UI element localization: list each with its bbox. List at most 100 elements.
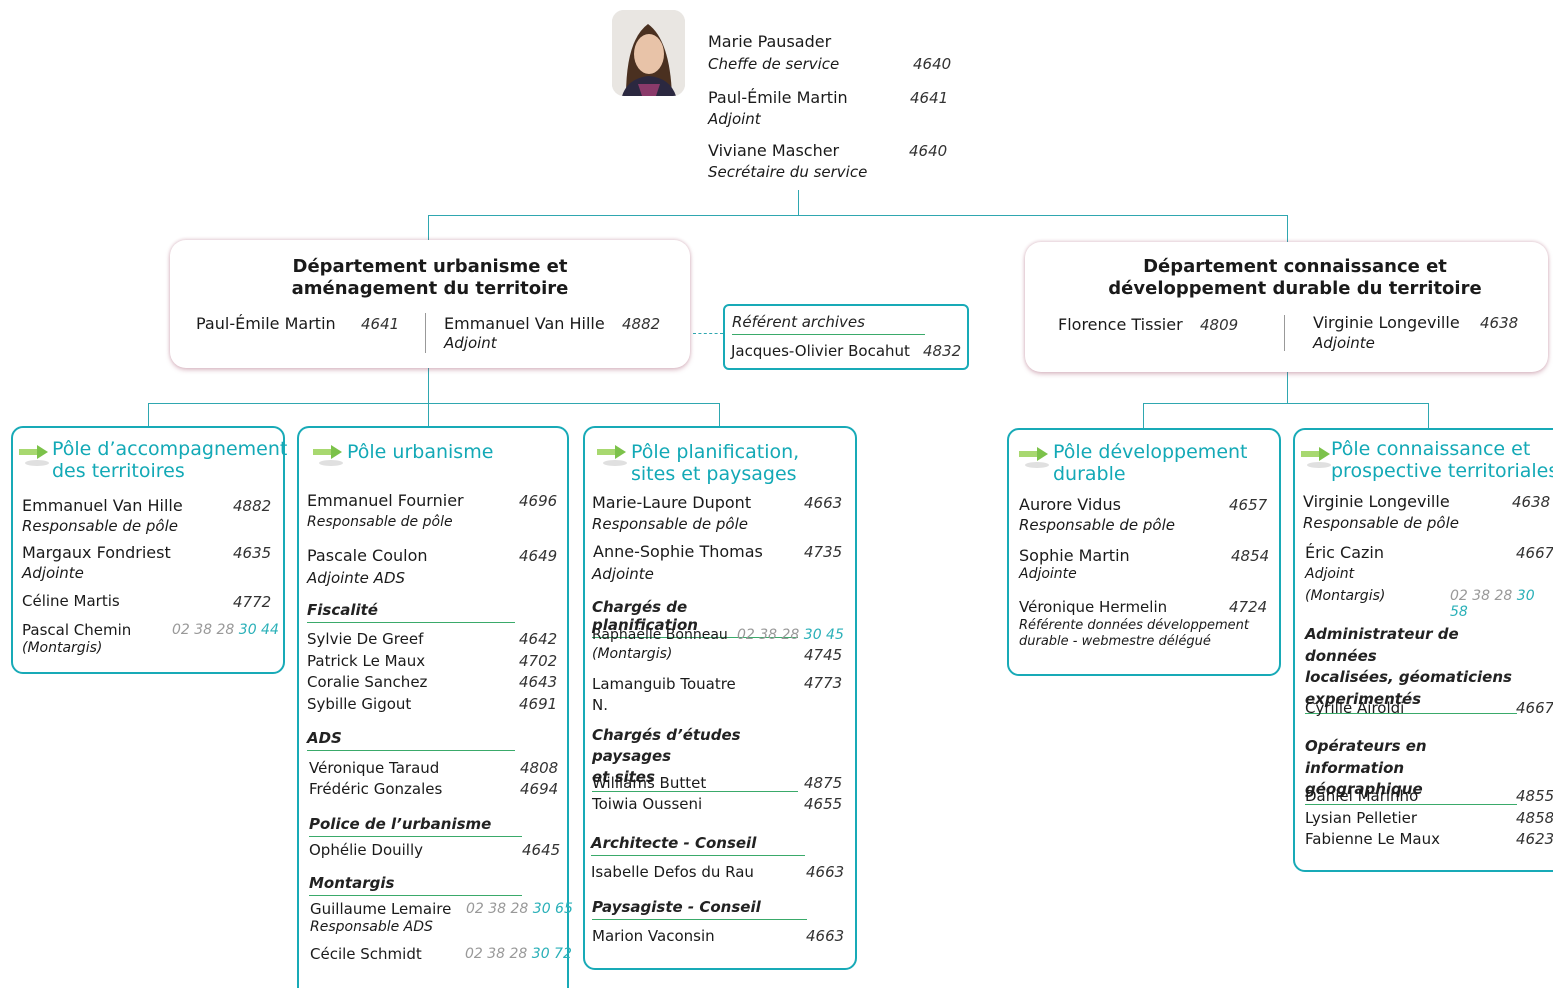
dept-deputy-number: 4882: [622, 315, 661, 333]
person-name: Coralie Sanchez: [307, 673, 428, 691]
connector-line: [148, 403, 149, 427]
section-heading-line1: Chargés d’études paysages: [592, 726, 741, 765]
divider: [425, 313, 426, 353]
pole-title-line2: durable: [1053, 463, 1126, 485]
dept-head-name: Paul-Émile Martin: [196, 314, 336, 333]
arrow-icon: [1301, 447, 1331, 468]
phone-extension: 30 44: [238, 622, 279, 638]
section-heading-line1: Opérateurs en information: [1305, 737, 1427, 777]
connector-line: [719, 403, 720, 427]
phone-extension: 30 65: [532, 901, 573, 917]
arrow-icon: [1019, 447, 1049, 468]
person-name: Véronique Hermelin: [1019, 598, 1168, 616]
person-role-line1: Référente données développement: [1019, 618, 1250, 633]
person-number: 4854: [1231, 547, 1270, 565]
person-name: Sylvie De Greef: [307, 630, 424, 648]
person-name: Sybille Gigout: [307, 694, 412, 713]
person-name: Daniel Marinho: [1305, 787, 1419, 805]
person-role: Adjointe: [592, 565, 654, 583]
section-heading-line2: localisées, géomaticiens: [1305, 668, 1512, 686]
arrow-icon: [597, 445, 627, 466]
person-number: 4649: [519, 547, 558, 565]
person-number: 4745: [804, 646, 843, 664]
dept-head-name: Florence Tissier: [1058, 315, 1183, 334]
dept-head-number: 4641: [361, 315, 400, 333]
person-number: 4694: [520, 780, 559, 798]
chef-number: 4640: [913, 55, 952, 73]
arrow-icon: [313, 445, 343, 466]
department-title-line1: Département urbanisme et: [292, 256, 568, 277]
person-name: Williams Buttet: [592, 774, 707, 792]
person-name: Anne-Sophie Thomas: [593, 542, 763, 561]
person-number: 4735: [804, 543, 843, 561]
person-number: 4643: [519, 673, 558, 691]
person-number: 4702: [519, 651, 558, 670]
person-number: 4657: [1229, 496, 1268, 514]
connector-line: [1428, 403, 1429, 429]
section-heading: Paysagiste - Conseil: [592, 898, 807, 920]
pole-title-line2: des territoires: [52, 460, 185, 482]
person-location: (Montargis): [1305, 588, 1386, 604]
person-name: N.: [592, 696, 608, 714]
phone-prefix: 02 38 28: [1450, 588, 1517, 604]
person-name: Toiwia Ousseni: [592, 795, 703, 813]
person-number: 4875: [804, 774, 843, 792]
person-number: 4855: [1516, 787, 1553, 805]
person-name: Lamanguib Touatre: [592, 675, 736, 693]
pole-title-line1: Pôle planification,: [631, 441, 800, 463]
person-role: Adjointe: [22, 564, 84, 582]
person-number: 4663: [804, 494, 843, 512]
connector-line: [428, 403, 429, 427]
person-number: 4773: [804, 674, 843, 692]
secretary-name: Viviane Mascher: [708, 141, 840, 160]
section-heading: Police de l’urbanisme: [309, 815, 522, 837]
person-name: Frédéric Gonzales: [309, 780, 443, 798]
phone-prefix: 02 38 28: [172, 622, 239, 638]
person-name: Sophie Martin: [1019, 546, 1130, 565]
person-name: Emmanuel Van Hille: [22, 496, 183, 515]
secretary-number: 4640: [909, 142, 948, 160]
person-role-line2: durable - webmestre délégué: [1019, 634, 1211, 649]
dept-deputy-role: Adjoint: [444, 334, 497, 352]
person-name: Margaux Fondriest: [22, 543, 171, 562]
connector-line: [1143, 403, 1144, 429]
department-title-line2: développement durable du territoire: [1108, 278, 1482, 299]
secretary-role: Secrétaire du service: [708, 163, 868, 181]
person-name: Guillaume Lemaire: [310, 900, 452, 918]
chef-name: Marie Pausader: [708, 32, 832, 51]
person-role: Responsable de pôle: [592, 515, 748, 533]
connector-line: [428, 215, 1288, 216]
person-location: (Montargis): [22, 640, 103, 656]
person-name: Marie-Laure Dupont: [592, 493, 752, 512]
person-name: Céline Martis: [22, 592, 120, 610]
connector-line: [1287, 372, 1288, 404]
person-number: 4696: [519, 492, 558, 510]
dept-deputy-name: Virginie Longeville: [1313, 313, 1460, 332]
chef-photo: [612, 10, 685, 96]
person-role: Adjointe ADS: [307, 569, 406, 587]
person-number: 4655: [804, 795, 843, 813]
person-name: Isabelle Defos du Rau: [591, 863, 754, 881]
person-name: Virginie Longeville: [1303, 492, 1450, 511]
dept-deputy-number: 4638: [1480, 314, 1519, 332]
person-name: Fabienne Le Maux: [1305, 830, 1440, 848]
person-role: Adjointe: [1019, 566, 1077, 582]
pole-title-line1: Pôle connaissance et: [1331, 438, 1531, 460]
person-name: Raphaëlle Bonneau: [592, 627, 728, 643]
connector-line: [428, 368, 429, 404]
person-role: Responsable de pôle: [1303, 514, 1459, 532]
person-name: Pascale Coulon: [307, 546, 428, 565]
person-name: Cyrille Airoldi: [1305, 699, 1405, 717]
portrait-image: [612, 10, 685, 96]
pole-title-line2: sites et paysages: [631, 463, 797, 485]
person-name: Éric Cazin: [1305, 543, 1384, 562]
person-number: 4635: [233, 544, 272, 562]
dept-deputy-name: Emmanuel Van Hille: [444, 314, 605, 333]
department-title-line1: Département connaissance et: [1143, 256, 1447, 277]
connector-line: [1143, 403, 1429, 404]
person-name: Ophélie Douilly: [309, 841, 424, 859]
department-title-line2: aménagement du territoire: [291, 278, 569, 299]
person-name: Aurore Vidus: [1019, 495, 1121, 514]
person-name: Emmanuel Fournier: [307, 491, 464, 510]
person-name: Véronique Taraud: [309, 759, 440, 777]
